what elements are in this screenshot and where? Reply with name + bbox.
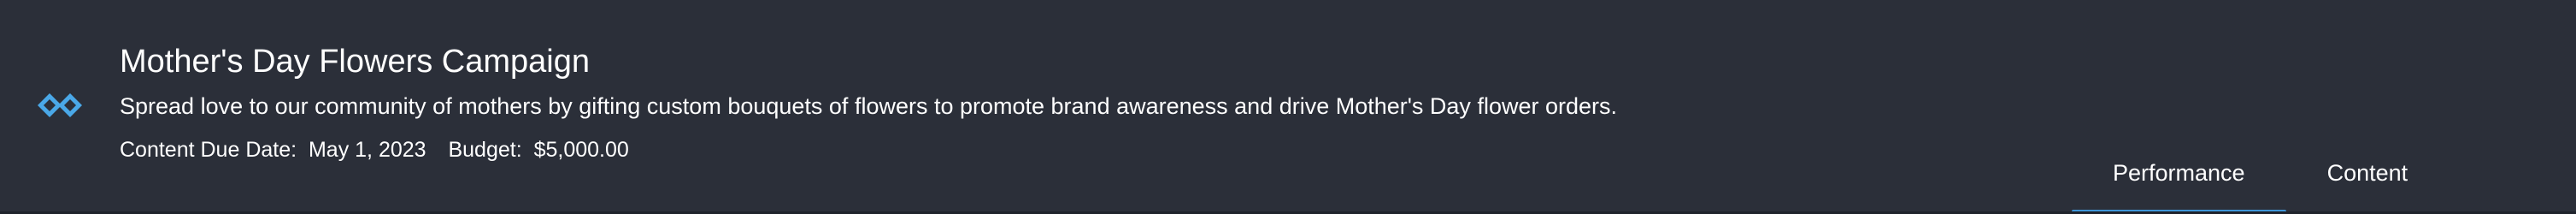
campaign-title: Mother's Day Flowers Campaign bbox=[120, 44, 590, 80]
content-due-label: Content Due Date: bbox=[120, 138, 303, 162]
diamond-chevrons-icon bbox=[38, 93, 82, 117]
campaign-description: Spread love to our community of mothers … bbox=[120, 93, 1617, 119]
budget-value: $5,000.00 bbox=[533, 138, 629, 162]
tab-performance[interactable]: Performance bbox=[2072, 144, 2286, 214]
campaign-meta: Content Due Date: May 1, 2023 Budget: $5… bbox=[120, 135, 629, 164]
campaign-tabs: Performance Content bbox=[2072, 144, 2449, 214]
budget-label: Budget: bbox=[448, 138, 528, 162]
tab-content[interactable]: Content bbox=[2286, 144, 2450, 214]
campaign-header: Mother's Day Flowers Campaign Spread lov… bbox=[0, 0, 2576, 214]
content-due-value: May 1, 2023 bbox=[308, 138, 426, 162]
